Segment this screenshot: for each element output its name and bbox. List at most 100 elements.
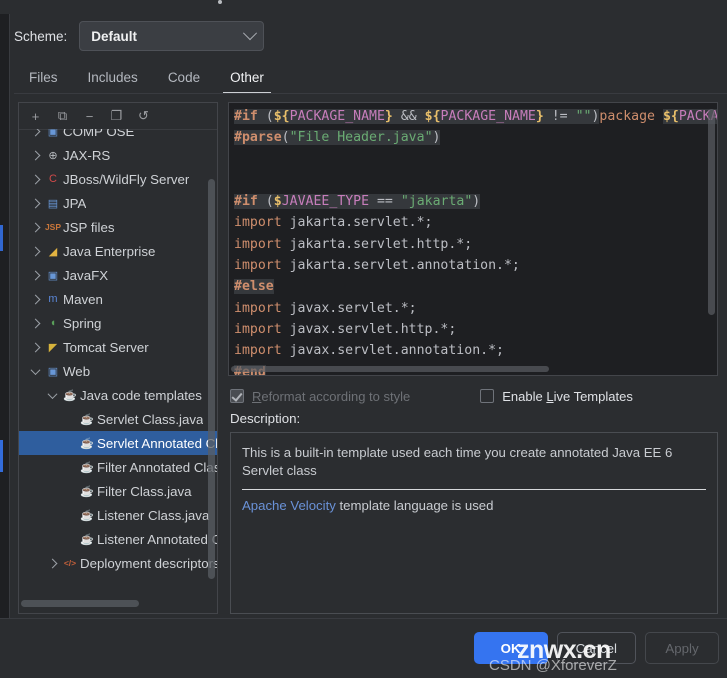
chevron-right-icon[interactable] bbox=[27, 239, 43, 263]
code-token: ( bbox=[265, 194, 274, 210]
undo-reset-icon[interactable]: ↺ bbox=[131, 105, 156, 127]
chevron-right-icon[interactable] bbox=[27, 215, 43, 239]
chevron-down-icon[interactable] bbox=[27, 359, 43, 383]
code-token: #parse bbox=[234, 130, 282, 146]
apache-velocity-link[interactable]: Apache Velocity bbox=[242, 498, 336, 513]
scheme-dropdown-value: Default bbox=[91, 28, 138, 44]
tree-row[interactable]: ◤ Tomcat Server bbox=[19, 335, 217, 359]
tree-row[interactable]: ☕ Java code templates bbox=[19, 383, 217, 407]
tree-horizontal-scrollbar[interactable] bbox=[21, 600, 139, 607]
tree-row[interactable]: ▣ COMP OSE bbox=[19, 129, 217, 143]
code-token bbox=[369, 194, 377, 210]
minus-icon[interactable]: − bbox=[77, 105, 102, 127]
code-token: javax.servlet.annotation.*; bbox=[281, 343, 504, 359]
tree-row[interactable]: ☕ Listener Class.java bbox=[19, 503, 217, 527]
tree-row-label: Listener Annotated Class.java bbox=[97, 531, 217, 547]
chevron-right-icon[interactable] bbox=[44, 551, 60, 575]
tree-row-label: Web bbox=[63, 363, 91, 379]
tab-files[interactable]: Files bbox=[14, 64, 73, 94]
tree-row[interactable]: ⊕ JAX-RS bbox=[19, 143, 217, 167]
tree-row-label: Tomcat Server bbox=[63, 339, 149, 355]
code-token: ${ bbox=[662, 109, 679, 124]
tree-row[interactable]: m Maven bbox=[19, 287, 217, 311]
tree-row-label: Deployment descriptors bbox=[80, 555, 217, 571]
add-file-icon[interactable]: ⧉ bbox=[50, 105, 75, 127]
chevron-down-icon bbox=[243, 26, 258, 41]
reformat-checkbox[interactable]: Reformat according to style bbox=[230, 389, 410, 404]
scheme-dropdown[interactable]: Default bbox=[79, 21, 265, 51]
chevron-right-icon[interactable] bbox=[27, 129, 43, 143]
chevron-right-icon[interactable] bbox=[27, 263, 43, 287]
tree-row-label: Listener Class.java bbox=[97, 507, 210, 523]
options-row: Reformat according to style Enable Live … bbox=[230, 385, 720, 407]
java-file-icon: ☕ bbox=[80, 461, 94, 474]
tree-row[interactable]: ▤ JPA bbox=[19, 191, 217, 215]
code-token: #else bbox=[234, 279, 274, 295]
description-text: This is a built-in template used each ti… bbox=[242, 445, 673, 478]
code-token: "File Header.java" bbox=[289, 130, 433, 146]
chevron-right-icon[interactable] bbox=[27, 311, 43, 335]
code-token bbox=[567, 109, 576, 124]
tree-row[interactable]: ☕Listener Annotated Class.java bbox=[19, 527, 217, 551]
java-file-icon: ☕ bbox=[80, 437, 94, 450]
plus-icon[interactable]: + bbox=[23, 105, 48, 127]
tree-scroll-area[interactable]: ▣ COMP OSE ⊕ JAX-RS C JBoss/WildFly Server ▤ JP… bbox=[19, 129, 217, 613]
checkbox-checked-icon bbox=[230, 389, 244, 403]
code-token: ( bbox=[281, 130, 290, 146]
tree-vertical-scrollbar[interactable] bbox=[208, 179, 215, 579]
chevron-right-icon[interactable] bbox=[27, 143, 43, 167]
editor-vertical-scrollbar[interactable] bbox=[708, 109, 715, 315]
code-token: javax.servlet.http.*; bbox=[281, 321, 457, 337]
chevron-down-icon[interactable] bbox=[44, 383, 60, 407]
tree-row[interactable]: ▣ JavaFX bbox=[19, 263, 217, 287]
tree-row[interactable]: ☕ Filter Class.java bbox=[19, 479, 217, 503]
copy-icon[interactable]: ❐ bbox=[104, 105, 129, 127]
tree-row[interactable]: ☕ Servlet Class.java bbox=[19, 407, 217, 431]
chevron-right-icon[interactable] bbox=[27, 167, 43, 191]
tree-row-label: JBoss/WildFly Server bbox=[63, 171, 190, 187]
java-file-icon: ☕ bbox=[80, 485, 94, 498]
tree-no-arrow bbox=[61, 431, 77, 455]
checkbox-unchecked-icon bbox=[480, 389, 495, 403]
apply-button: Apply bbox=[645, 632, 719, 664]
tree-row-label: Java code templates bbox=[80, 387, 202, 403]
tree-list: ▣ COMP OSE ⊕ JAX-RS C JBoss/WildFly Server ▤ JP… bbox=[19, 129, 217, 575]
tree-row[interactable]: C JBoss/WildFly Server bbox=[19, 167, 217, 191]
code-token: jakarta.servlet.*; bbox=[281, 215, 433, 231]
code-token: ) bbox=[432, 130, 441, 146]
tab-includes[interactable]: Includes bbox=[73, 64, 153, 94]
tree-row[interactable]: ◖ Spring bbox=[19, 311, 217, 335]
tree-row[interactable]: ☕Servlet Annotated Class.java bbox=[19, 431, 217, 455]
tab-code[interactable]: Code bbox=[153, 64, 215, 94]
maven-icon: m bbox=[48, 293, 58, 305]
top-indicator-dot bbox=[218, 0, 222, 4]
tree-row[interactable]: ☕Filter Annotated Class.java bbox=[19, 455, 217, 479]
chevron-right-icon[interactable] bbox=[27, 191, 43, 215]
code-token: jakarta.servlet.annotation.*; bbox=[281, 258, 520, 274]
globe-icon: ⊕ bbox=[48, 149, 58, 162]
tab-bar: Files Includes Code Other bbox=[14, 60, 727, 94]
live-templates-checkbox-label: Enable Live Templates bbox=[502, 388, 633, 404]
module-icon: ▣ bbox=[47, 129, 59, 138]
tree-row[interactable]: JSP JSP files bbox=[19, 215, 217, 239]
tree-row[interactable]: ▣ Web bbox=[19, 359, 217, 383]
tab-other[interactable]: Other bbox=[215, 64, 279, 94]
code-token: } bbox=[535, 109, 544, 124]
code-token bbox=[257, 194, 266, 210]
code-token: "" bbox=[575, 109, 592, 124]
tree-row[interactable]: </> Deployment descriptors bbox=[19, 551, 217, 575]
chevron-right-icon[interactable] bbox=[27, 335, 43, 359]
code-token: != bbox=[551, 109, 568, 124]
tree-row[interactable]: ◢ Java Enterprise bbox=[19, 239, 217, 263]
tree-row-label: JAX-RS bbox=[63, 147, 111, 163]
live-templates-checkbox[interactable]: Enable Live Templates bbox=[480, 389, 633, 404]
tree-row-label: Servlet Class.java bbox=[97, 411, 204, 427]
tree-row-label: JPA bbox=[63, 195, 87, 211]
code-token: package bbox=[599, 109, 663, 124]
editor-horizontal-scrollbar[interactable] bbox=[231, 366, 549, 372]
code-line: #else bbox=[229, 276, 717, 297]
template-code-editor[interactable]: #if (${PACKAGE_NAME} && ${PACKAGE_NAME} … bbox=[228, 102, 718, 376]
chevron-right-icon[interactable] bbox=[27, 287, 43, 311]
